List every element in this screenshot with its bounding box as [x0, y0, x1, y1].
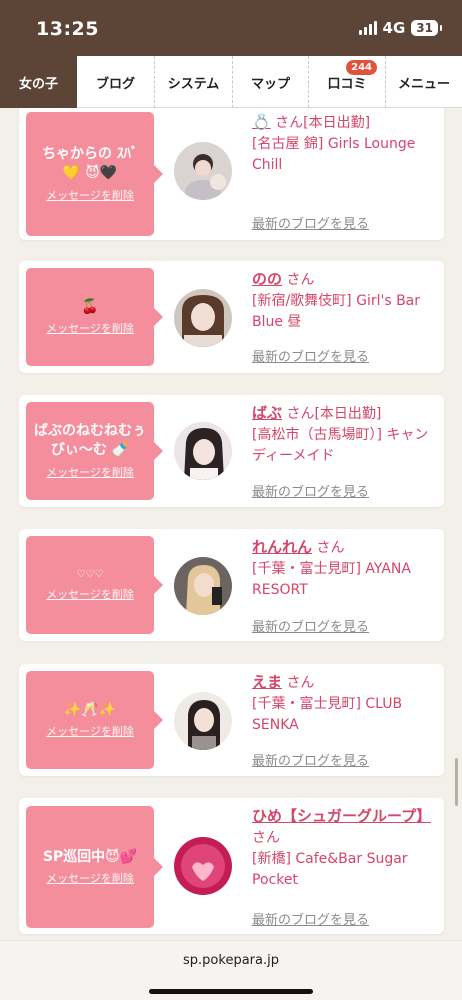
- avatar[interactable]: [174, 142, 232, 200]
- delete-message-link[interactable]: メッセージを削除: [46, 586, 134, 602]
- status-bar: 13:25 4G 31: [0, 0, 462, 56]
- message-text: ばぶのねむねむぅ びぃ〜む 🍼: [34, 423, 146, 458]
- shop-info: [新橋] Cafe&Bar Sugar Pocket: [252, 851, 408, 888]
- girl-info: れんれん さん [千葉・富士見町] AYANA RESORT: [252, 538, 411, 598]
- status-time: 13:25: [36, 18, 99, 40]
- status-indicators: 4G 31: [358, 19, 442, 37]
- avatar[interactable]: [174, 837, 232, 895]
- network-label: 4G: [382, 19, 406, 37]
- list-item: ちゃからの ｽﾊﾞ 💛 😈🖤 メッセージを削除 💍💛😈🖤 ちゃい 🖤😈 💛💍 さ…: [19, 108, 444, 240]
- girl-name-link[interactable]: ひめ【シュガーグループ】: [252, 807, 431, 825]
- message-bubble: ちゃからの ｽﾊﾞ 💛 😈🖤 メッセージを削除: [26, 112, 163, 236]
- message-bubble: ♡♡♡ メッセージを削除: [26, 536, 163, 634]
- message-bubble: ばぶのねむねむぅ びぃ〜む 🍼 メッセージを削除: [26, 402, 163, 500]
- girl-name-link[interactable]: のの: [252, 270, 282, 288]
- girl-info: 💍💛😈🖤 ちゃい 🖤😈 💛💍 さん[本日出勤] [名古屋 錦] Girls Lo…: [252, 108, 438, 176]
- message-text: ちゃからの ｽﾊﾞ 💛 😈🖤: [42, 146, 138, 181]
- browser-url-bar[interactable]: sp.pokepara.jp: [0, 940, 462, 1000]
- girl-info: のの さん [新宿/歌舞伎町] Girl's Bar Blue 昼: [252, 270, 421, 330]
- latest-blog-link[interactable]: 最新のブログを見る: [252, 616, 369, 635]
- list-item: ばぶのねむねむぅ びぃ〜む 🍼 メッセージを削除 ばぶ さん[本日出勤] [高松…: [19, 395, 444, 507]
- list-item: 🍒 メッセージを削除 のの さん [新宿/歌舞伎町] Girl's Bar Bl…: [19, 261, 444, 373]
- home-indicator: [149, 989, 313, 994]
- girl-info: えま さん [千葉・富士見町] CLUB SENKA: [252, 673, 403, 733]
- message-text: ✨🥂✨: [63, 701, 117, 718]
- shop-info: [千葉・富士見町] CLUB SENKA: [252, 696, 403, 733]
- avatar[interactable]: [174, 557, 232, 615]
- message-list: ちゃからの ｽﾊﾞ 💛 😈🖤 メッセージを削除 💍💛😈🖤 ちゃい 🖤😈 💛💍 さ…: [0, 108, 462, 940]
- girl-name-link[interactable]: れんれん: [252, 538, 312, 556]
- latest-blog-link[interactable]: 最新のブログを見る: [252, 909, 369, 928]
- girl-name-link[interactable]: ばぶ: [252, 404, 282, 422]
- message-bubble: 🍒 メッセージを削除: [26, 268, 163, 366]
- delete-message-link[interactable]: メッセージを削除: [46, 320, 134, 336]
- message-bubble: ✨🥂✨ メッセージを削除: [26, 671, 163, 769]
- scrollbar[interactable]: [455, 758, 458, 806]
- avatar[interactable]: [174, 289, 232, 347]
- tab-blog[interactable]: ブログ: [77, 56, 155, 108]
- delete-message-link[interactable]: メッセージを削除: [46, 187, 134, 203]
- message-text: ♡♡♡: [76, 569, 104, 581]
- battery-icon: 31: [411, 20, 442, 36]
- latest-blog-link[interactable]: 最新のブログを見る: [252, 213, 369, 232]
- shop-info: [名古屋 錦] Girls Lounge Chill: [252, 136, 416, 173]
- list-item: ♡♡♡ メッセージを削除 れんれん さん [千葉・富士見町] AYANA RES…: [19, 529, 444, 641]
- latest-blog-link[interactable]: 最新のブログを見る: [252, 346, 369, 365]
- shop-info: [新宿/歌舞伎町] Girl's Bar Blue 昼: [252, 293, 421, 330]
- tab-system[interactable]: システム: [155, 56, 233, 108]
- delete-message-link[interactable]: メッセージを削除: [46, 723, 134, 739]
- shop-info: [千葉・富士見町] AYANA RESORT: [252, 561, 411, 598]
- main-nav: 女の子 ブログ システム マップ 口コミ 244 メニュー: [0, 56, 462, 108]
- latest-blog-link[interactable]: 最新のブログを見る: [252, 481, 369, 500]
- shop-info: [高松市（古馬場町）] キャンディーメイド: [252, 427, 429, 464]
- message-bubble: SP巡回中😈💕 メッセージを削除: [26, 806, 163, 928]
- tab-reviews[interactable]: 口コミ 244: [309, 56, 386, 108]
- girl-name-link[interactable]: えま: [252, 673, 282, 691]
- delete-message-link[interactable]: メッセージを削除: [46, 870, 134, 886]
- signal-icon: [358, 21, 377, 35]
- tab-menu[interactable]: メニュー: [386, 56, 462, 108]
- tab-girls[interactable]: 女の子: [0, 56, 77, 108]
- avatar[interactable]: [174, 422, 232, 480]
- avatar[interactable]: [174, 692, 232, 750]
- reviews-count-badge: 244: [346, 60, 377, 75]
- girl-info: ひめ【シュガーグループ】 さん [新橋] Cafe&Bar Sugar Pock…: [252, 807, 432, 888]
- message-text: 🍒: [81, 298, 99, 315]
- latest-blog-link[interactable]: 最新のブログを見る: [252, 750, 369, 769]
- list-item: SP巡回中😈💕 メッセージを削除 ひめ【シュガーグループ】 さん [新橋] Ca…: [19, 798, 444, 934]
- delete-message-link[interactable]: メッセージを削除: [46, 464, 134, 480]
- message-text: SP巡回中😈💕: [42, 848, 138, 865]
- url-text: sp.pokepara.jp: [183, 953, 279, 968]
- list-item: ✨🥂✨ メッセージを削除 えま さん [千葉・富士見町] CLUB SENKA …: [19, 664, 444, 776]
- tab-map[interactable]: マップ: [233, 56, 309, 108]
- girl-info: ばぶ さん[本日出勤] [高松市（古馬場町）] キャンディーメイド: [252, 404, 429, 464]
